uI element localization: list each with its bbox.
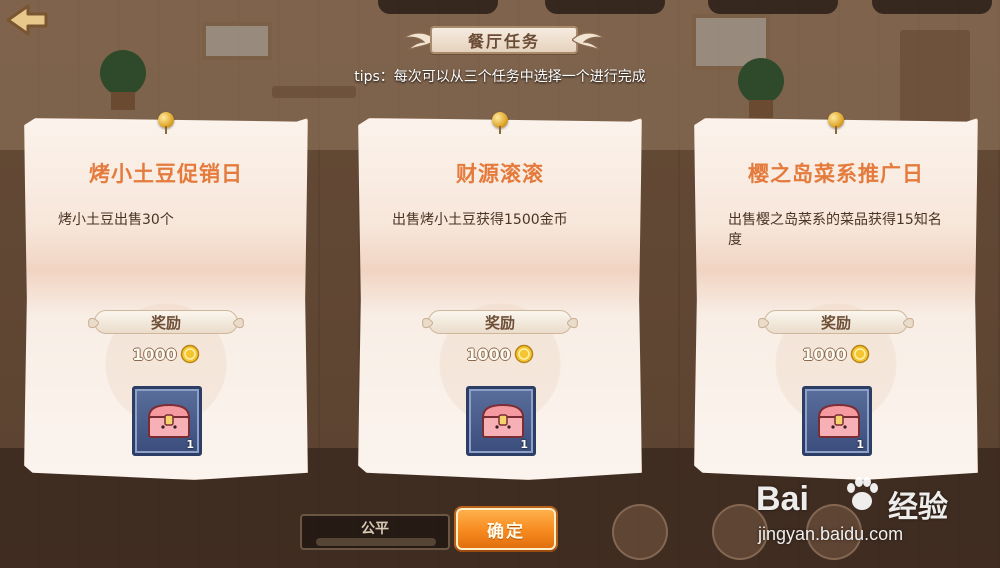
watermark-logo-text: Bai [756, 480, 809, 518]
baidu-watermark: Bai 经验 jingyan.baidu.com [756, 477, 976, 560]
quest-card[interactable]: 樱之岛菜系推广日 出售樱之岛菜系的菜品获得15知名度 奖励 1000 1 [694, 112, 978, 480]
treasure-chest-icon [817, 403, 861, 438]
back-button[interactable] [2, 2, 50, 38]
background-shelf [272, 86, 356, 98]
quest-description: 出售樱之岛菜系的菜品获得15知名度 [728, 212, 942, 248]
gold-coin-icon [180, 344, 200, 364]
plant-pot [749, 100, 773, 118]
treasure-chest-icon [147, 403, 191, 438]
watermark-cn-text: 经验 [888, 490, 948, 525]
quest-title: 樱之岛菜系推广日 [748, 162, 924, 186]
dialog-title: 餐厅任务 [467, 32, 540, 51]
top-resource-chip [708, 0, 838, 14]
top-resource-chip [872, 0, 992, 14]
ornament-icon [572, 32, 605, 50]
gold-coin-icon [850, 344, 870, 364]
coin-amount: 1000 [802, 344, 847, 364]
pushpin-icon [492, 112, 508, 134]
background-window [202, 22, 272, 60]
watermark-url: jingyan.baidu.com [758, 524, 904, 544]
quest-description: 烤小土豆出售30个 [58, 212, 174, 228]
item-count: 1 [520, 438, 528, 451]
back-arrow-icon [6, 4, 48, 36]
reward-label-tag: 奖励 [758, 310, 914, 334]
coin-reward: 1000 [24, 344, 308, 364]
flourish-icon [422, 317, 433, 329]
flourish-icon [758, 317, 769, 329]
item-count: 1 [856, 438, 864, 451]
baidu-paw-icon [847, 477, 878, 510]
flourish-icon [567, 317, 578, 329]
reward-item-slot[interactable]: 1 [802, 386, 872, 456]
reward-item-slot[interactable]: 1 [466, 386, 536, 456]
coin-amount: 1000 [466, 344, 511, 364]
plant-pot [111, 92, 135, 110]
treasure-chest-icon [481, 403, 525, 438]
quest-card[interactable]: 财源滚滚 出售烤小土豆获得1500金币 奖励 1000 1 [358, 112, 642, 480]
gold-coin-icon [514, 344, 534, 364]
top-resource-chip [378, 0, 498, 14]
flourish-icon [88, 317, 99, 329]
coin-amount: 1000 [132, 344, 177, 364]
confirm-button[interactable]: 确定 [456, 508, 556, 550]
reward-label: 奖励 [820, 313, 851, 332]
dialog-title-plate: 餐厅任务 [430, 26, 578, 54]
quest-description: 出售烤小土豆获得1500金币 [392, 212, 568, 228]
dialog-header: 餐厅任务 [402, 22, 606, 58]
pushpin-icon [828, 112, 844, 134]
flourish-icon [233, 317, 244, 329]
quest-title: 烤小土豆促销日 [89, 162, 243, 186]
coin-reward: 1000 [358, 344, 642, 364]
reward-label-tag: 奖励 [422, 310, 578, 334]
fairness-status-plate: 公平 [300, 514, 450, 550]
top-resource-chip [545, 0, 665, 14]
item-count: 1 [186, 438, 194, 451]
status-bar [316, 538, 436, 546]
tips-text: tips：每次可以从三个任务中选择一个进行完成 [354, 69, 646, 85]
reward-label: 奖励 [484, 313, 515, 332]
pushpin-icon [158, 112, 174, 134]
reward-label-tag: 奖励 [88, 310, 244, 334]
fairness-label: 公平 [361, 521, 389, 537]
flourish-icon [903, 317, 914, 329]
quest-card[interactable]: 烤小土豆促销日 烤小土豆出售30个 奖励 1000 1 [24, 112, 308, 480]
quest-title: 财源滚滚 [456, 162, 544, 186]
bottom-menu-icon[interactable] [612, 504, 668, 560]
reward-item-slot[interactable]: 1 [132, 386, 202, 456]
reward-label: 奖励 [150, 313, 181, 332]
coin-reward: 1000 [694, 344, 978, 364]
